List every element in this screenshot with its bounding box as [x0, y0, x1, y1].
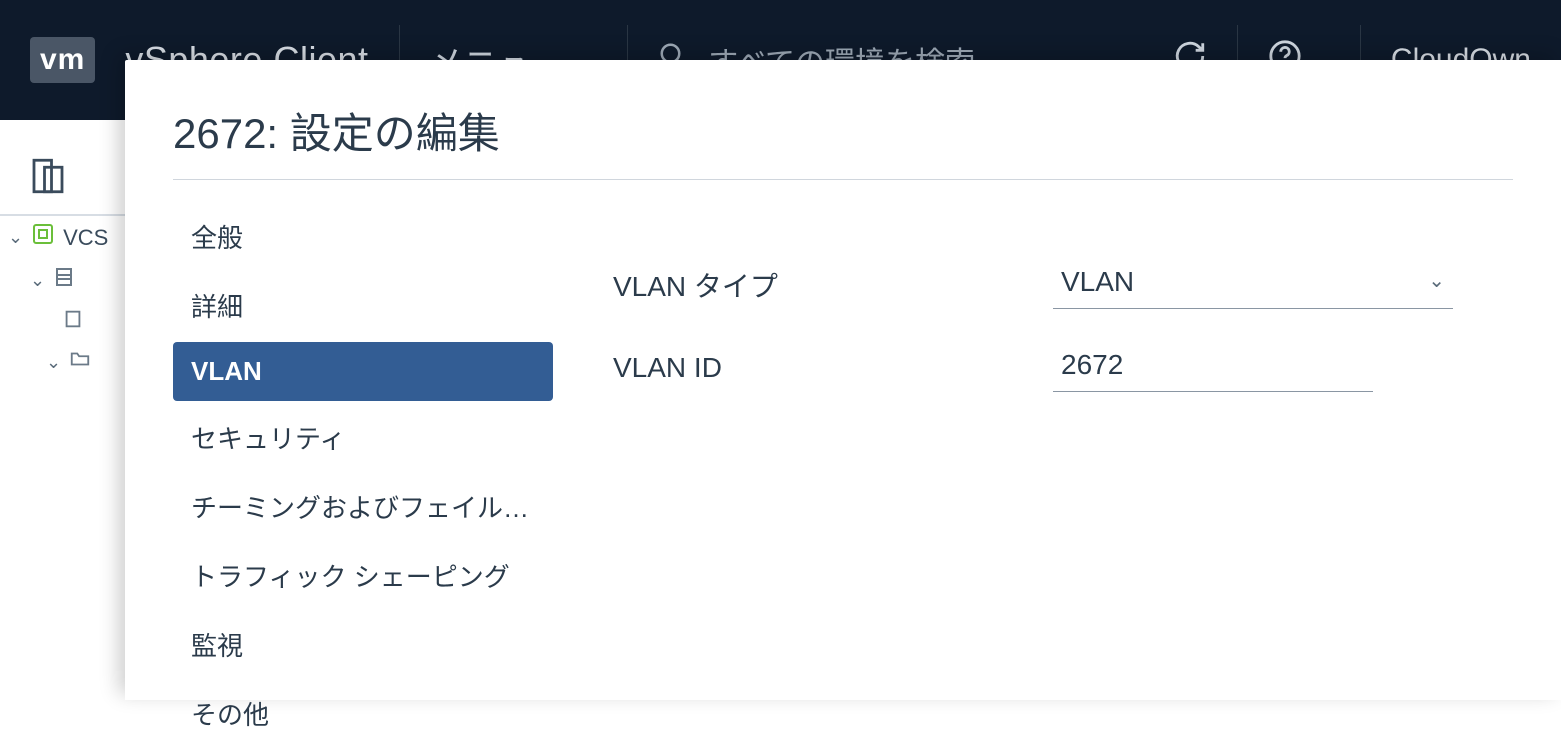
nav-item-vlan[interactable]: VLAN [173, 342, 553, 401]
nav-item-security[interactable]: セキュリティ [173, 405, 553, 470]
datacenter-icon [53, 265, 77, 296]
host-icon [62, 308, 84, 336]
vcenter-icon [31, 222, 55, 253]
vlan-type-select[interactable]: VLAN ⌄ [1053, 260, 1453, 309]
tree-node-child-1[interactable] [0, 302, 130, 342]
vlan-type-value: VLAN [1053, 260, 1453, 309]
vlan-id-label: VLAN ID [613, 352, 1053, 384]
tree-node-label: VCS [63, 225, 108, 251]
hosts-clusters-tab[interactable] [20, 150, 76, 206]
edit-settings-modal: 2672: 設定の編集 全般 詳細 VLAN セキュリティ チーミングおよびフェ… [125, 60, 1561, 700]
tree-node-datacenter[interactable]: ⌄ [0, 259, 130, 302]
vlan-type-label: VLAN タイプ [613, 265, 1053, 305]
nav-item-misc[interactable]: その他 [173, 681, 553, 746]
divider [173, 179, 1513, 180]
inventory-tree: ⌄ VCS ⌄ ⌄ [0, 216, 130, 382]
vlan-settings-form: VLAN タイプ VLAN ⌄ VLAN ID [613, 204, 1513, 750]
chevron-down-icon: ⌄ [46, 352, 61, 373]
nav-item-traffic-shaping[interactable]: トラフィック シェーピング [173, 543, 553, 608]
chevron-down-icon: ⌄ [8, 227, 23, 248]
folder-icon [69, 348, 91, 376]
vlan-id-input[interactable] [1053, 343, 1373, 392]
nav-item-monitoring[interactable]: 監視 [173, 612, 553, 677]
modal-side-nav: 全般 詳細 VLAN セキュリティ チーミングおよびフェイルオ... トラフィッ… [173, 204, 553, 750]
chevron-down-icon: ⌄ [30, 270, 45, 291]
tree-node-vcs[interactable]: ⌄ VCS [0, 216, 130, 259]
tree-node-child-2[interactable]: ⌄ [0, 342, 130, 382]
modal-title: 2672: 設定の編集 [173, 100, 1513, 179]
nav-item-teaming-failover[interactable]: チーミングおよびフェイルオ... [173, 474, 553, 539]
nav-item-general[interactable]: 全般 [173, 204, 553, 269]
nav-item-advanced[interactable]: 詳細 [173, 273, 553, 338]
vm-logo: vm [30, 37, 95, 83]
hosts-clusters-icon [27, 155, 69, 202]
